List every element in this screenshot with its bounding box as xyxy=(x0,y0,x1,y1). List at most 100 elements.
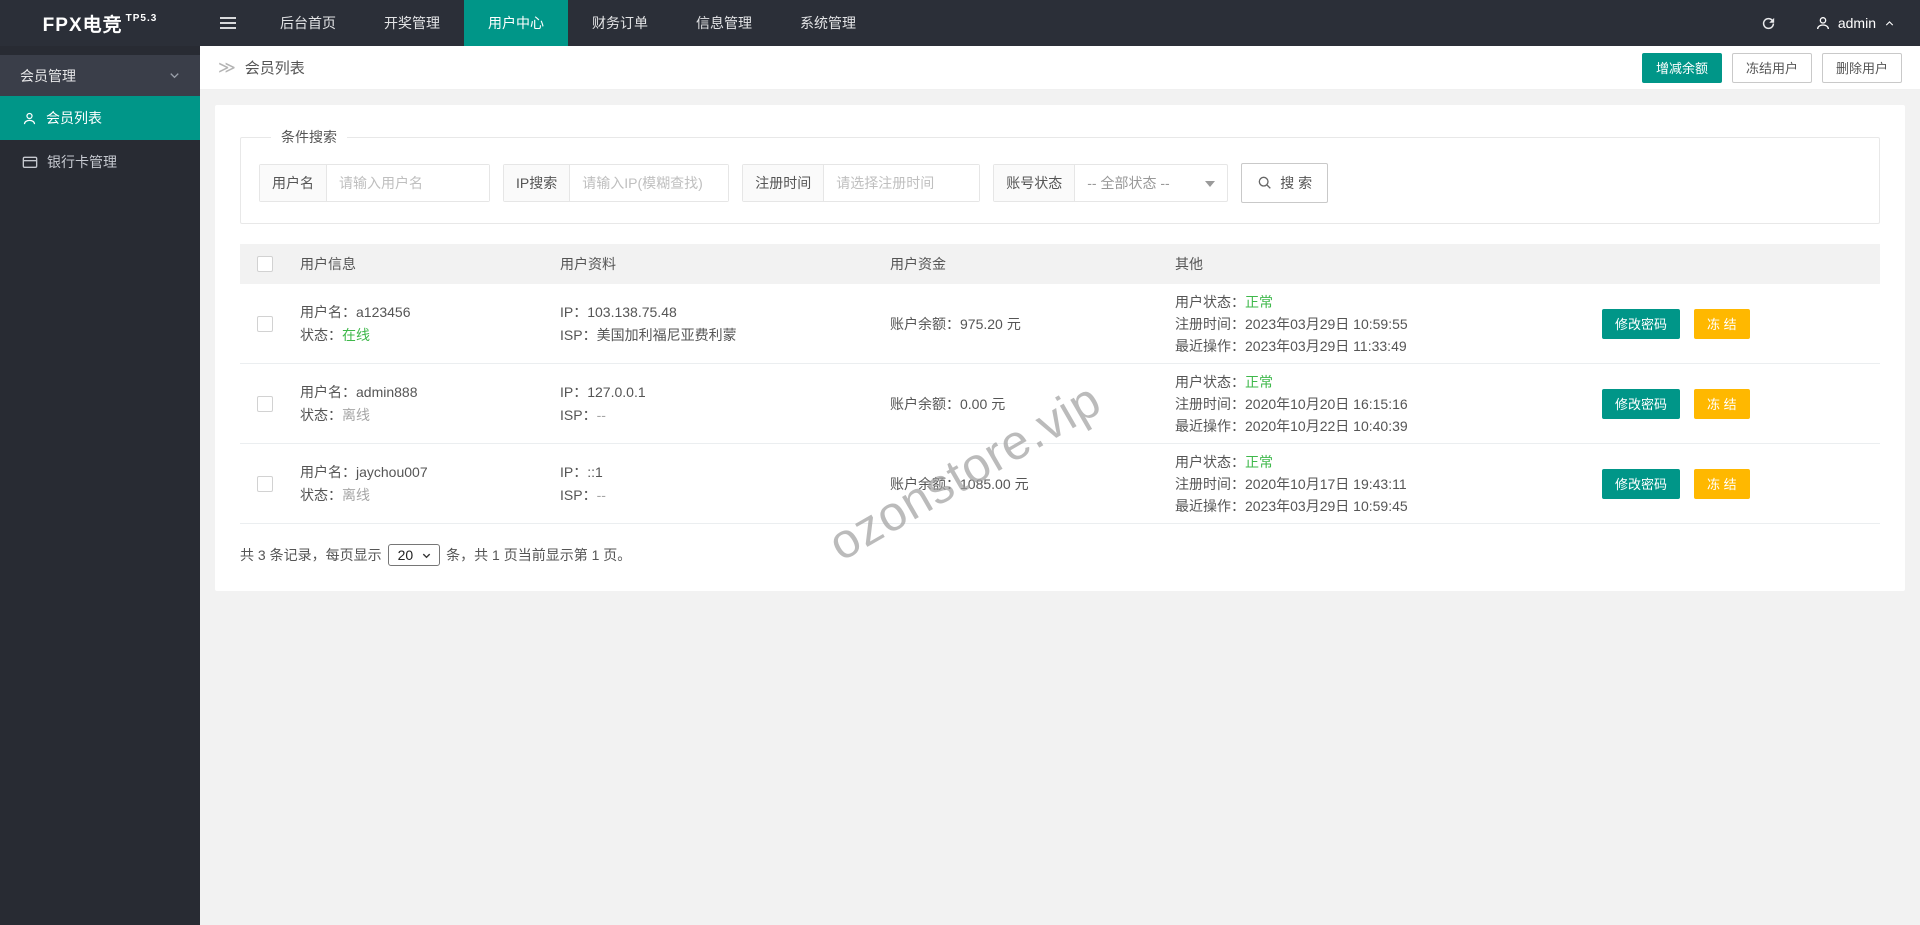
balance-value: 1085.00 xyxy=(960,475,1011,492)
nav-item-system[interactable]: 系统管理 xyxy=(776,0,880,46)
search-button[interactable]: 搜 索 xyxy=(1241,163,1329,203)
row-checkbox[interactable] xyxy=(257,475,273,492)
nav-item-info[interactable]: 信息管理 xyxy=(672,0,776,46)
sidebar-group-member-management[interactable]: 会员管理 xyxy=(0,55,200,96)
nav-item-dashboard[interactable]: 后台首页 xyxy=(256,0,360,46)
ip-value: ::1 xyxy=(587,463,603,480)
username-input[interactable] xyxy=(327,165,489,201)
change-password-button[interactable]: 修改密码 xyxy=(1602,468,1681,499)
table-body: 用户名：a123456 状态：在线 IP：103.138.75.48 ISP：美… xyxy=(240,284,1880,524)
reg-time-value: 2023年03月29日 10:59:55 xyxy=(1245,315,1408,332)
ip-value: 103.138.75.48 xyxy=(587,303,677,320)
member-icon xyxy=(23,112,36,124)
row-checkbox[interactable] xyxy=(257,315,273,332)
column-user-fund: 用户资金 xyxy=(890,256,946,272)
username-field-group: 用户名 xyxy=(259,164,490,202)
username-value: a123456 xyxy=(356,303,411,320)
username: admin xyxy=(1837,15,1876,31)
isp-value: -- xyxy=(596,486,606,503)
row-freeze-button[interactable]: 冻 结 xyxy=(1694,308,1750,339)
delete-user-button[interactable]: 删除用户 xyxy=(1821,52,1902,83)
sidebar-item-label: 银行卡管理 xyxy=(47,154,117,170)
toolbar: 增减余额 冻结用户 删除用户 xyxy=(1641,52,1902,83)
balance-value: 0.00 xyxy=(960,395,988,412)
sidebar: 会员管理 会员列表 银行卡管理 xyxy=(0,46,200,925)
breadcrumb-bar: ≫ 会员列表 增减余额 冻结用户 删除用户 xyxy=(200,46,1920,90)
page-title: 会员列表 xyxy=(244,60,305,77)
logo-text: FPX电竞 xyxy=(42,14,123,36)
chevron-up-icon xyxy=(1885,20,1894,26)
account-status-value: 正常 xyxy=(1245,453,1273,470)
app-logo: FPX电竞 TP5.3 xyxy=(0,0,200,46)
member-list-card: 条件搜索 用户名 IP搜索 注册时间 账号状态 xyxy=(215,105,1905,591)
row-freeze-button[interactable]: 冻 结 xyxy=(1694,388,1750,419)
add-balance-button[interactable]: 增减余额 xyxy=(1641,52,1722,83)
table-row: 用户名：admin888 状态：离线 IP：127.0.0.1 ISP：-- 账… xyxy=(240,364,1880,444)
main-nav: 后台首页 开奖管理 用户中心 财务订单 信息管理 系统管理 xyxy=(256,0,880,46)
double-chevron-icon: ≫ xyxy=(218,57,236,77)
user-menu[interactable]: admin xyxy=(1801,0,1920,46)
last-op-value: 2023年03月29日 10:59:45 xyxy=(1245,497,1408,514)
isp-value: -- xyxy=(596,406,606,423)
table-row: 用户名：jaychou007 状态：离线 IP：::1 ISP：-- 账户余额：… xyxy=(240,444,1880,524)
status-field-label: 账号状态 xyxy=(994,165,1076,201)
online-status: 离线 xyxy=(342,486,370,503)
sidebar-group-label: 会员管理 xyxy=(20,67,76,84)
username-value: admin888 xyxy=(356,383,418,400)
change-password-button[interactable]: 修改密码 xyxy=(1602,388,1681,419)
online-status: 在线 xyxy=(342,326,370,343)
row-freeze-button[interactable]: 冻 结 xyxy=(1694,468,1750,499)
pagination-suffix: 条，共 1 页当前显示第 1 页。 xyxy=(446,547,632,563)
column-user-info: 用户信息 xyxy=(300,256,356,272)
ip-value: 127.0.0.1 xyxy=(587,383,646,400)
select-caret-icon xyxy=(422,553,431,558)
hamburger-icon[interactable] xyxy=(200,0,256,46)
column-user-profile: 用户资料 xyxy=(560,256,616,272)
reg-time-value: 2020年10月20日 16:15:16 xyxy=(1245,395,1408,412)
column-other: 其他 xyxy=(1175,256,1203,272)
username-value: jaychou007 xyxy=(356,463,428,480)
change-password-button[interactable]: 修改密码 xyxy=(1602,308,1681,339)
freeze-user-button[interactable]: 冻结用户 xyxy=(1731,52,1812,83)
refresh-icon[interactable] xyxy=(1736,0,1801,46)
last-op-value: 2020年10月22日 10:40:39 xyxy=(1245,417,1408,434)
pagination-prefix: 共 3 条记录，每页显示 xyxy=(240,547,382,563)
ip-field-group: IP搜索 xyxy=(503,164,730,202)
regtime-input[interactable] xyxy=(824,165,980,201)
sidebar-item-label: 会员列表 xyxy=(46,110,102,126)
select-caret-icon xyxy=(1205,181,1216,187)
sidebar-item-member-list[interactable]: 会员列表 xyxy=(0,96,200,140)
sidebar-item-bank-card[interactable]: 银行卡管理 xyxy=(0,140,200,184)
online-status: 离线 xyxy=(342,406,370,423)
search-icon xyxy=(1258,176,1272,189)
regtime-field-label: 注册时间 xyxy=(743,165,825,201)
select-all-checkbox[interactable] xyxy=(257,256,273,272)
account-status-value: 正常 xyxy=(1245,293,1273,310)
ip-field-label: IP搜索 xyxy=(504,165,571,201)
nav-item-user-center[interactable]: 用户中心 xyxy=(464,0,568,46)
last-op-value: 2023年03月29日 11:33:49 xyxy=(1245,337,1407,354)
nav-item-finance[interactable]: 财务订单 xyxy=(568,0,672,46)
pagination: 共 3 条记录，每页显示 20 条，共 1 页当前显示第 1 页。 xyxy=(240,544,1880,566)
account-status-select[interactable]: -- 全部状态 -- xyxy=(1075,165,1227,201)
regtime-field-group: 注册时间 xyxy=(742,164,981,202)
search-fieldset: 条件搜索 用户名 IP搜索 注册时间 账号状态 xyxy=(240,127,1880,224)
row-checkbox[interactable] xyxy=(257,395,273,412)
logo-version: TP5.3 xyxy=(125,12,158,24)
reg-time-value: 2020年10月17日 19:43:11 xyxy=(1245,475,1407,492)
table-row: 用户名：a123456 状态：在线 IP：103.138.75.48 ISP：美… xyxy=(240,284,1880,364)
table-header: 用户信息 用户资料 用户资金 其他 xyxy=(240,244,1880,284)
main-area: ≫ 会员列表 增减余额 冻结用户 删除用户 条件搜索 用户名 IP搜索 xyxy=(200,46,1920,925)
username-field-label: 用户名 xyxy=(260,165,327,201)
chevron-down-icon xyxy=(170,73,179,79)
content: 条件搜索 用户名 IP搜索 注册时间 账号状态 xyxy=(200,90,1920,606)
account-status-value: 正常 xyxy=(1245,373,1273,390)
nav-item-lottery[interactable]: 开奖管理 xyxy=(360,0,464,46)
search-legend: 条件搜索 xyxy=(281,129,337,145)
page-size-select[interactable]: 20 xyxy=(387,544,441,566)
balance-value: 975.20 xyxy=(960,315,1003,332)
bank-card-icon xyxy=(22,156,38,168)
isp-value: 美国加利福尼亚费利蒙 xyxy=(596,326,737,343)
ip-search-input[interactable] xyxy=(570,165,729,201)
user-icon xyxy=(1816,17,1829,30)
